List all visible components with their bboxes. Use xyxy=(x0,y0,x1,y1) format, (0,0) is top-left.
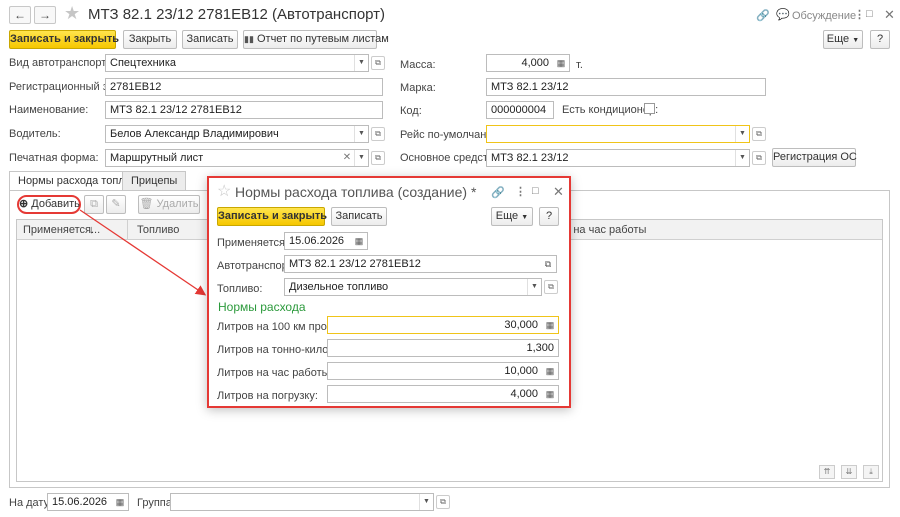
fuel-value: Дизельное топливо xyxy=(289,281,389,293)
favorite-star-icon[interactable]: ☆ xyxy=(217,181,231,201)
calculator-icon[interactable]: ▦ xyxy=(542,317,558,333)
dialog-save-button[interactable]: Записать xyxy=(331,207,387,226)
perHour-field[interactable]: 10,000 ▦ xyxy=(327,362,559,380)
vehicle-value: МТЗ 82.1 23/12 2781ЕВ12 xyxy=(289,258,421,270)
caret-down-icon: ▼ xyxy=(521,214,529,221)
link-icon[interactable]: 🔗 xyxy=(491,186,505,199)
dialog-more-label: Еще xyxy=(495,210,519,222)
close-icon[interactable]: ✕ xyxy=(553,184,564,200)
calculator-icon[interactable]: ▦ xyxy=(542,386,558,402)
dialog-more-button[interactable]: Еще ▼ xyxy=(491,207,533,226)
open-fuel-icon[interactable]: ⧉ xyxy=(544,280,558,294)
applies-field[interactable]: 15.06.2026 ▦ xyxy=(284,232,368,250)
fuel-norm-dialog: ☆ Нормы расхода топлива (создание) * 🔗 ⋮… xyxy=(207,176,571,408)
per100-field[interactable]: 30,000 ▦ xyxy=(327,316,559,334)
perLoad-value: 4,000 xyxy=(510,388,538,400)
norms-section-title: Нормы расхода xyxy=(218,300,306,314)
dialog-save-close-button[interactable]: Записать и закрыть xyxy=(217,207,327,226)
maximize-icon[interactable]: □ xyxy=(532,185,539,197)
dialog-help-button[interactable]: ? xyxy=(539,207,559,226)
vehicle-field[interactable]: МТЗ 82.1 23/12 2781ЕВ12 ⧉ xyxy=(284,255,557,273)
perHour-label: Литров на час работы: xyxy=(217,367,333,379)
more-vertical-icon[interactable]: ⋮ xyxy=(515,185,526,198)
calculator-icon[interactable]: ▦ xyxy=(542,363,558,379)
perHour-value: 10,000 xyxy=(504,365,538,377)
fuel-field[interactable]: Дизельное топливо ▼ xyxy=(284,278,542,296)
perTonKm-field[interactable]: 1,300 xyxy=(327,339,559,357)
per100-value: 30,000 xyxy=(504,319,538,331)
calendar-icon[interactable]: ▦ xyxy=(351,233,367,249)
dialog-title: Нормы расхода топлива (создание) * xyxy=(235,184,477,200)
perLoad-label: Литров на погрузку: xyxy=(217,390,318,402)
chevron-down-icon[interactable]: ▼ xyxy=(527,279,541,295)
perLoad-field[interactable]: 4,000 ▦ xyxy=(327,385,559,403)
fuel-label: Топливо: xyxy=(217,283,263,295)
open-vehicle-icon[interactable]: ⧉ xyxy=(540,256,556,272)
applies-value: 15.06.2026 xyxy=(289,235,345,247)
